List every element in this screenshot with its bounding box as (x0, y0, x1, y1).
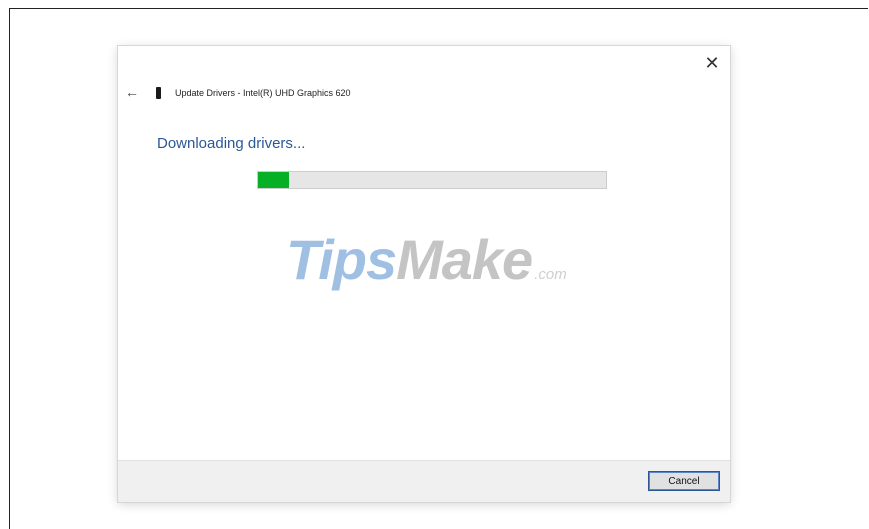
download-progress-bar (257, 171, 607, 189)
watermark-tips: Tips (286, 228, 397, 291)
tipsmake-watermark: TipsMake .com (286, 232, 567, 288)
status-heading: Downloading drivers... (157, 135, 306, 152)
cancel-button[interactable]: Cancel (648, 471, 720, 491)
progress-fill (258, 172, 290, 188)
update-drivers-dialog: ✕ ← Update Drivers - Intel(R) UHD Graphi… (118, 46, 730, 502)
watermark-com: .com (534, 266, 567, 283)
dialog-footer: Cancel (118, 460, 730, 502)
dialog-title-row: Update Drivers - Intel(R) UHD Graphics 6… (156, 86, 351, 100)
display-adapter-icon (156, 87, 161, 99)
close-icon[interactable]: ✕ (702, 53, 722, 73)
dialog-title: Update Drivers - Intel(R) UHD Graphics 6… (175, 88, 351, 98)
watermark-make: Make (396, 228, 533, 291)
back-arrow-icon[interactable]: ← (125, 84, 141, 100)
